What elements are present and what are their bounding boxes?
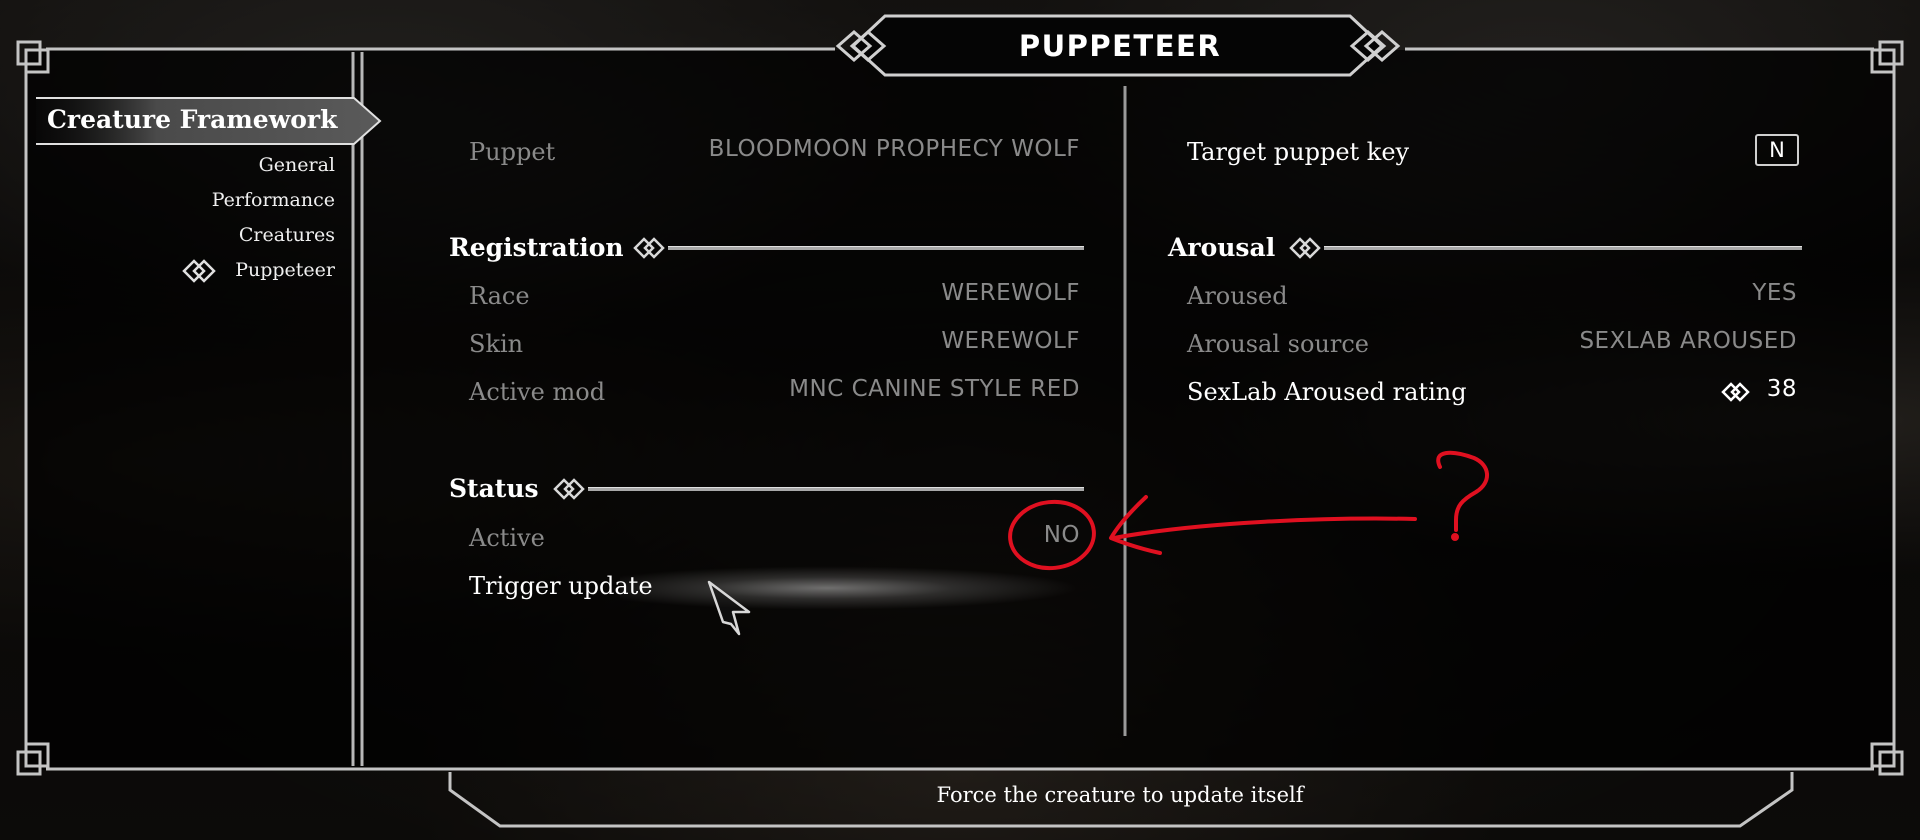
- arrow-shaft: [1112, 516, 1417, 540]
- arrow-head: [1109, 495, 1162, 555]
- circle-around-no: [1008, 499, 1096, 571]
- info-text: Force the creature to update itself: [936, 783, 1304, 807]
- question-curve: [1436, 450, 1489, 532]
- question-dot: [1451, 533, 1459, 541]
- red-annotation: [1008, 450, 1489, 571]
